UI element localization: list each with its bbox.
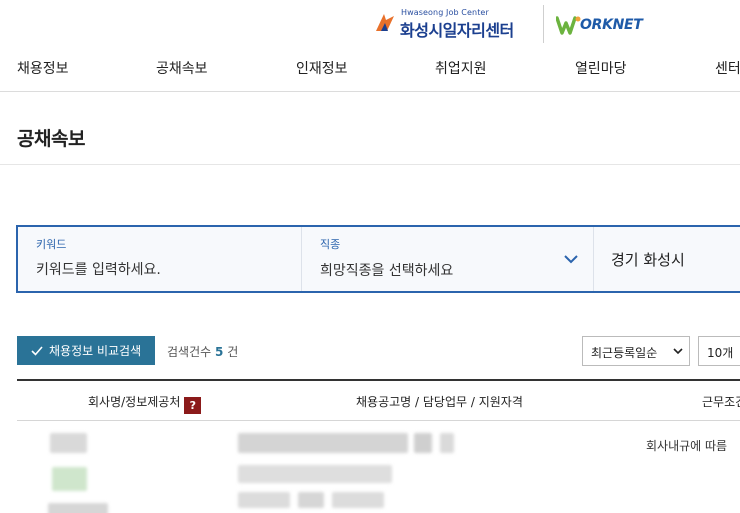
job-duty-blurred <box>238 465 392 483</box>
worknet-logo[interactable]: ORKNET <box>556 13 643 37</box>
job-title-blurred <box>238 433 408 453</box>
job-qual-blurred-part <box>298 492 324 508</box>
keyword-input[interactable] <box>36 259 286 281</box>
page-size-select[interactable]: 10개 <box>698 336 740 366</box>
worknet-w-icon <box>556 16 581 35</box>
job-type-value: 희망직종을 선택하세요 <box>320 263 454 279</box>
job-qual-blurred-part <box>332 492 384 508</box>
work-condition-value: 회사내규에 따름 <box>646 439 728 453</box>
result-count: 검색건수 5 건 <box>167 343 238 360</box>
hwaseong-mark-icon <box>376 14 394 31</box>
company-info-blurred <box>48 503 108 513</box>
sort-order-select[interactable]: 최근등록일순 <box>582 336 690 366</box>
column-job-title: 채용공고명 / 담당업무 / 지원자격 <box>356 395 523 409</box>
nav-item-jobs[interactable]: 채용정보 <box>17 58 69 78</box>
hwaseong-sub-title: Hwaseong Job Center <box>401 8 489 17</box>
job-type-select[interactable]: 직종 희망직종을 선택하세요 <box>302 227 594 291</box>
job-type-label: 직종 <box>320 238 341 251</box>
worknet-text: ORKNET <box>580 17 643 33</box>
job-title-blurred-part <box>414 433 432 453</box>
nav-item-open-recruitment[interactable]: 공채속보 <box>156 58 208 78</box>
logo-divider <box>543 5 544 43</box>
check-icon <box>31 345 43 356</box>
company-name-blurred <box>50 433 87 453</box>
page-title: 공채속보 <box>17 128 85 150</box>
job-qual-blurred <box>238 492 290 508</box>
column-company: 회사명/정보제공처? <box>88 393 202 414</box>
page-size-value: 10개 <box>707 346 734 360</box>
result-count-value: 5 <box>215 345 224 359</box>
main-nav: 채용정보 공채속보 인재정보 취업지원 열린마당 센터 <box>0 46 740 92</box>
hwaseong-name: 화성시일자리센터 <box>400 21 514 40</box>
nav-item-employment-support[interactable]: 취업지원 <box>435 58 487 78</box>
compare-jobs-label: 채용정보 비교검색 <box>49 344 142 358</box>
help-icon[interactable]: ? <box>184 397 202 414</box>
chevron-down-icon <box>673 348 683 355</box>
job-title-blurred-part <box>440 433 454 453</box>
region-value: 경기 화성시 <box>611 251 685 269</box>
result-count-suffix: 건 <box>227 345 239 359</box>
result-count-prefix: 검색건수 <box>167 345 212 359</box>
sort-order-value: 최근등록일순 <box>591 346 658 360</box>
compare-jobs-button[interactable]: 채용정보 비교검색 <box>17 336 155 365</box>
search-panel: 키워드 직종 희망직종을 선택하세요 경기 화성시 <box>16 225 740 293</box>
results-table-header: 회사명/정보제공처? 채용공고명 / 담당업무 / 지원자격 근무조건 <box>17 379 740 421</box>
nav-item-talent[interactable]: 인재정보 <box>296 58 348 78</box>
chevron-down-icon <box>564 255 578 264</box>
region-select[interactable]: 경기 화성시 <box>594 227 740 291</box>
column-work-condition: 근무조건 <box>702 395 740 409</box>
keyword-label: 키워드 <box>36 238 67 251</box>
logo-bar: Hwaseong Job Center 화성시일자리센터 ORKNET <box>0 0 740 46</box>
title-divider <box>0 164 740 165</box>
column-company-label: 회사명/정보제공처 <box>88 395 181 409</box>
nav-item-center[interactable]: 센터 <box>715 58 740 78</box>
keyword-cell: 키워드 <box>18 227 302 291</box>
company-logo-blurred <box>52 467 87 491</box>
nav-item-open-forum[interactable]: 열린마당 <box>575 58 627 78</box>
